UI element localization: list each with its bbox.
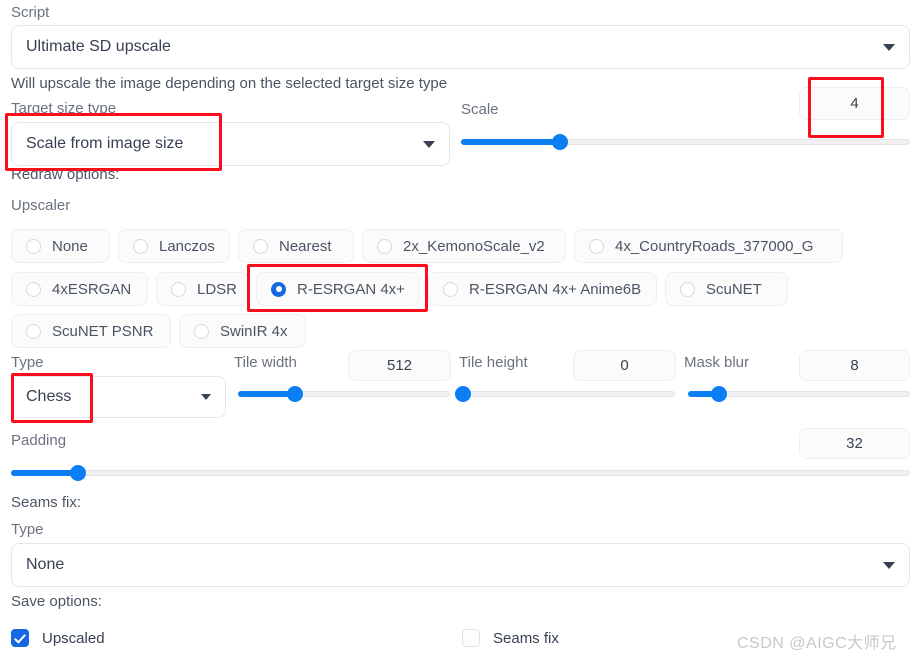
radio-icon <box>26 238 41 254</box>
upscaler-option-label: Lanczos <box>159 237 215 255</box>
seams-fix-type-value: None <box>26 556 65 573</box>
padding-slider-fill <box>11 470 79 476</box>
chevron-down-icon <box>423 140 435 148</box>
padding-label: Padding <box>11 432 67 449</box>
radio-icon <box>194 323 209 339</box>
upscaler-option-none[interactable]: None <box>11 229 110 263</box>
type-dropdown-value: Chess <box>26 388 72 405</box>
upscaler-option-ldsr[interactable]: LDSR <box>156 272 249 306</box>
save-option-upscaled-label: Upscaled <box>42 629 105 647</box>
padding-slider-track <box>11 470 910 476</box>
mask-blur-slider-thumb[interactable] <box>711 386 728 402</box>
upscaler-option-label: Nearest <box>279 237 332 255</box>
upscaler-option-label: 4x_CountryRoads_377000_G <box>615 237 814 255</box>
watermark-text: CSDN @AIGC大师兄 <box>737 635 897 652</box>
upscaler-option-label: ScuNET PSNR <box>52 322 154 340</box>
target-size-type-value: Scale from image size <box>26 135 184 152</box>
chevron-down-icon <box>201 394 211 400</box>
tile-height-slider-track <box>463 391 675 397</box>
radio-icon <box>443 281 458 297</box>
upscaler-option-label: R-ESRGAN 4x+ <box>297 280 405 298</box>
mask-blur-label: Mask blur <box>684 354 750 371</box>
tile-width-label: Tile width <box>234 354 297 371</box>
tile-height-slider[interactable] <box>455 386 675 402</box>
radio-icon <box>680 281 695 297</box>
upscaler-option-scunet-psnr[interactable]: ScuNET PSNR <box>11 314 171 348</box>
type-dropdown[interactable]: Chess <box>11 376 226 418</box>
target-size-type-label: Target size type <box>11 100 117 117</box>
target-size-type-dropdown[interactable]: Scale from image size <box>11 122 450 166</box>
tile-width-slider-thumb[interactable] <box>287 386 304 402</box>
radio-icon <box>377 238 392 254</box>
ultimate-sd-upscale-panel: Script Ultimate SD upscale Will upscale … <box>0 0 921 657</box>
scale-slider-fill <box>461 139 560 145</box>
upscaler-option-4x-countryroads[interactable]: 4x_CountryRoads_377000_G <box>574 229 843 263</box>
upscaler-option-lanczos[interactable]: Lanczos <box>118 229 230 263</box>
radio-icon <box>589 238 604 254</box>
script-dropdown[interactable]: Ultimate SD upscale <box>11 25 910 69</box>
upscaler-option-label: LDSR <box>197 280 238 298</box>
scale-label: Scale <box>461 101 499 118</box>
seams-fix-section-label: Seams fix: <box>11 494 82 511</box>
upscaler-option-swinir-4x[interactable]: SwinIR 4x <box>179 314 306 348</box>
upscaler-option-4xesrgan[interactable]: 4xESRGAN <box>11 272 148 306</box>
upscaler-option-label: SwinIR 4x <box>220 322 288 340</box>
radio-icon <box>26 323 41 339</box>
seams-fix-type-dropdown[interactable]: None <box>11 543 910 587</box>
script-dropdown-value: Ultimate SD upscale <box>26 38 171 55</box>
radio-icon <box>26 281 41 297</box>
radio-icon <box>271 281 286 297</box>
scale-slider[interactable] <box>461 134 910 150</box>
radio-icon <box>253 238 268 254</box>
padding-slider[interactable] <box>11 465 910 481</box>
radio-icon <box>133 238 148 254</box>
save-options-label: Save options: <box>11 593 102 610</box>
save-option-seams-fix-label: Seams fix <box>493 629 559 647</box>
chevron-down-icon <box>883 43 895 51</box>
checkbox-icon[interactable] <box>462 629 480 647</box>
upscaler-option-label: R-ESRGAN 4x+ Anime6B <box>469 280 642 298</box>
upscaler-label: Upscaler <box>11 197 71 214</box>
upscaler-option-r-esrgan-4x-plus[interactable]: R-ESRGAN 4x+ <box>256 272 420 306</box>
padding-slider-thumb[interactable] <box>70 465 87 481</box>
upscaler-option-nearest[interactable]: Nearest <box>238 229 354 263</box>
upscaler-option-label: None <box>52 237 88 255</box>
tile-width-input[interactable]: 512 <box>348 350 451 381</box>
upscaler-option-label: ScuNET <box>706 280 762 298</box>
padding-input[interactable]: 32 <box>799 428 910 459</box>
upscaler-option-scunet[interactable]: ScuNET <box>665 272 788 306</box>
upscaler-option-r-esrgan-4x-plus-anime6b[interactable]: R-ESRGAN 4x+ Anime6B <box>428 272 657 306</box>
radio-icon <box>171 281 186 297</box>
tile-height-input[interactable]: 0 <box>573 350 676 381</box>
script-label: Script <box>11 4 50 21</box>
tile-height-slider-thumb[interactable] <box>455 386 471 402</box>
save-option-upscaled[interactable]: Upscaled <box>11 629 105 647</box>
description-text: Will upscale the image depending on the … <box>11 75 448 92</box>
mask-blur-slider[interactable] <box>688 386 910 402</box>
upscaler-option-label: 4xESRGAN <box>52 280 132 298</box>
redraw-options-label: Redraw options: <box>11 166 120 183</box>
tile-height-label: Tile height <box>459 354 528 371</box>
mask-blur-input[interactable]: 8 <box>799 350 910 381</box>
scale-value-input[interactable]: 4 <box>799 87 910 120</box>
type-label: Type <box>11 354 44 371</box>
save-option-seams-fix[interactable]: Seams fix <box>462 629 559 647</box>
upscaler-option-2x-kemonoscale-v2[interactable]: 2x_KemonoScale_v2 <box>362 229 566 263</box>
upscaler-option-label: 2x_KemonoScale_v2 <box>403 237 545 255</box>
seams-fix-type-label: Type <box>11 521 44 538</box>
chevron-down-icon <box>883 561 895 569</box>
scale-slider-thumb[interactable] <box>551 134 568 150</box>
checkbox-icon[interactable] <box>11 629 29 647</box>
tile-width-slider[interactable] <box>238 386 450 402</box>
